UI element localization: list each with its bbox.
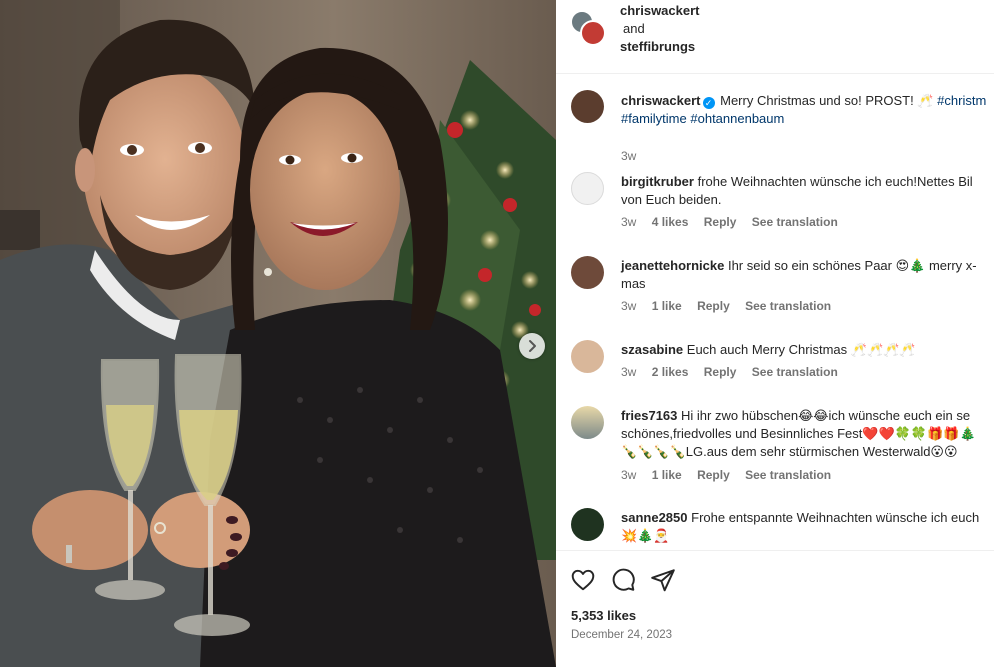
hashtag-link[interactable]: #ohtannenbaum xyxy=(690,111,784,126)
reply-button[interactable]: Reply xyxy=(697,299,730,313)
next-photo-button[interactable] xyxy=(519,333,545,359)
paper-plane-icon xyxy=(651,569,675,592)
post-details-panel: chriswackert and steffibrungs chriswacke… xyxy=(556,0,994,667)
reply-button[interactable]: Reply xyxy=(697,468,730,482)
avatar[interactable] xyxy=(571,508,604,541)
post-header: chriswackert and steffibrungs xyxy=(556,0,994,74)
post-photo xyxy=(0,0,556,667)
username-link[interactable]: sanne2850 xyxy=(621,510,688,525)
photo-image xyxy=(0,0,556,667)
like-button[interactable] xyxy=(570,567,596,593)
timestamp: 3w xyxy=(621,299,637,313)
avatar[interactable] xyxy=(571,172,604,205)
verified-badge-icon: ✓ xyxy=(702,97,715,109)
chevron-right-icon xyxy=(529,340,536,352)
username-link[interactable]: jeanettehornicke xyxy=(621,258,724,273)
post-actions: 5,353 likes December 24, 2023 xyxy=(556,550,994,667)
comment-text: schönes,friedvolles und Besinnliches Fes… xyxy=(621,426,976,441)
comment-icon xyxy=(612,568,635,591)
comments-feed[interactable]: chriswackert ✓ Merry Christmas und so! PR… xyxy=(556,75,994,550)
avatar[interactable] xyxy=(571,340,604,373)
collab-names: chriswackert and steffibrungs xyxy=(620,2,700,56)
avatar[interactable] xyxy=(571,256,604,289)
timestamp: 3w xyxy=(621,468,637,482)
likes-count-link[interactable]: 4 likes xyxy=(652,215,689,229)
username-link[interactable]: chriswackert xyxy=(621,93,701,108)
heart-icon xyxy=(571,569,595,591)
username-link[interactable]: steffibrungs xyxy=(620,38,700,56)
username-link[interactable]: birgitkruber xyxy=(621,174,694,189)
comment-text: 🍾🍾🍾🍾LG.aus dem sehr stürmischen Westerwa… xyxy=(621,444,958,459)
avatar[interactable] xyxy=(571,90,604,123)
hashtag-link[interactable]: #christm xyxy=(937,93,986,108)
see-translation-button[interactable]: See translation xyxy=(745,299,831,313)
likes-count[interactable]: 5,353 likes xyxy=(571,608,636,623)
timestamp: 3w xyxy=(621,215,637,229)
comment-text: Frohe entspannte Weihnachten wünsche ich… xyxy=(691,510,980,525)
username-link[interactable]: fries7163 xyxy=(621,408,677,423)
avatar[interactable] xyxy=(571,406,604,439)
see-translation-button[interactable]: See translation xyxy=(752,365,838,379)
timestamp: 3w xyxy=(621,365,637,379)
see-translation-button[interactable]: See translation xyxy=(752,215,838,229)
comment-text: Euch auch Merry Christmas 🥂🥂🥂🥂 xyxy=(686,342,916,357)
likes-count-link[interactable]: 2 likes xyxy=(652,365,689,379)
comment-text: frohe Weihnachten wünsche ich euch!Nette… xyxy=(697,174,973,189)
likes-count-link[interactable]: 1 like xyxy=(652,299,682,313)
comment-text: von Euch beiden. xyxy=(621,192,722,207)
post-date: December 24, 2023 xyxy=(571,629,673,641)
comment-text: Ihr seid so ein schönes Paar 😍🎄 merry x- xyxy=(727,258,977,273)
comment-text: mas xyxy=(621,276,646,291)
and-label: and xyxy=(623,21,645,36)
reply-button[interactable]: Reply xyxy=(704,215,737,229)
collab-avatars[interactable] xyxy=(570,10,610,50)
username-link[interactable]: chriswackert xyxy=(620,2,700,20)
comment-text: Hi ihr zwo hübschen😂😂ich wünsche euch ei… xyxy=(681,408,971,423)
reply-button[interactable]: Reply xyxy=(704,365,737,379)
likes-count-link[interactable]: 1 like xyxy=(652,468,682,482)
share-button[interactable] xyxy=(650,567,676,593)
timestamp: 3w xyxy=(621,149,637,163)
username-link[interactable]: szasabine xyxy=(621,342,683,357)
comment-text: 💥🎄🎅 xyxy=(621,528,670,543)
avatar xyxy=(580,20,606,46)
see-translation-button[interactable]: See translation xyxy=(745,468,831,482)
hashtag-link[interactable]: #familytime xyxy=(621,111,687,126)
caption-text: Merry Christmas und so! PROST! 🥂 xyxy=(720,93,934,108)
comment-button[interactable] xyxy=(610,567,636,593)
